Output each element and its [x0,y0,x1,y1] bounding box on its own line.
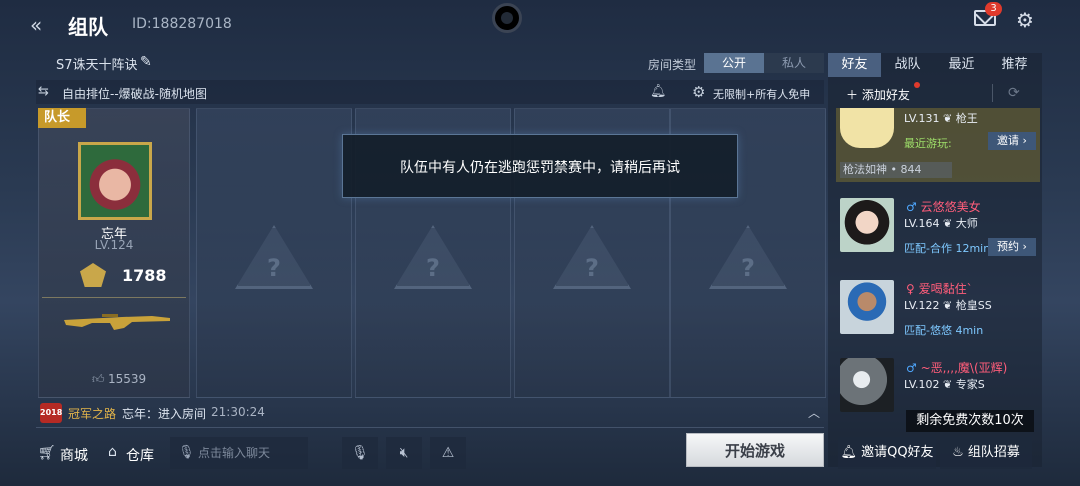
page-title: 组队 [68,15,108,39]
add-friend-label: 添加好友 [861,88,910,102]
friend-name: ♂ 云悠悠美女 [906,200,981,214]
room-type-private-button[interactable]: 私人 [764,53,824,73]
divider [42,297,186,298]
divider [36,427,824,428]
mic-mute-button[interactable]: 🎙︎ [342,437,378,469]
like-count: 15539 [108,372,147,386]
team-id: ID:188287018 [132,16,232,32]
friend-list-item[interactable]: ♂ 云悠悠美女 LV.164 ❦ 大师 匹配-合作 12min 预约 › [836,194,1040,274]
avatar [840,198,894,252]
room-settings-icon[interactable]: ⚙ [692,83,705,101]
friend-level: LV.102 ❦ 专家S [904,378,985,391]
event-text: 忘年：进入房间 [122,407,207,421]
room-type-label: 房间类型 [648,58,697,72]
friend-level: LV.164 ❦ 大师 [904,217,978,230]
warehouse-button[interactable]: 仓库 [126,445,154,465]
invite-button[interactable]: 邀请 › [988,132,1036,150]
mode-text: 自由排位--爆破战-随机地图 [62,87,207,101]
male-icon: ♂ [906,361,917,375]
tab-friends[interactable]: 好友 [828,53,881,77]
edit-icon[interactable]: ✎ [140,54,152,70]
friend-level: LV.131 ❦ 枪王 [904,112,978,125]
avatar [840,280,894,334]
add-friend-button[interactable]: ＋ 添加好友 [846,86,910,103]
gear-icon[interactable]: ⚙ [1016,8,1034,32]
chevron-up-icon[interactable]: ︿ [808,404,820,421]
invite-qq-friend-button[interactable]: 🔔︎ 邀请QQ好友 [838,437,936,469]
friend-signature: 枪法如神 • 844 [840,162,952,178]
rank-wing-icon: ❦ [943,112,953,125]
bell-icon: 🔔︎ [840,445,857,460]
event-title[interactable]: 冠军之路 [68,405,116,422]
thumbs-up-icon: 👍︎ [92,372,105,386]
empty-slot-icon: ? [235,225,313,289]
leader-level: LV.124 [94,238,134,252]
speaker-mute-button[interactable]: 🔇︎ [386,437,422,469]
reserve-button[interactable]: 预约 › [988,238,1036,256]
free-count-tooltip: 剩余免费次数10次 [906,410,1034,432]
friend-tabs: 好友 战队 最近 推荐 [828,53,1042,77]
empty-slot-icon: ? [553,225,631,289]
cart-icon[interactable]: 🛒︎ [38,445,56,461]
voice-warning-button[interactable]: ⚠ [430,437,466,469]
camera-icon [492,3,522,33]
male-icon: ♂ [906,200,917,214]
mic-warning-icon: ⚠ [441,445,455,461]
double-chevron-left-icon[interactable]: « [30,10,56,40]
rank-wing-icon: ❦ [943,217,953,230]
friend-status: 匹配-悠悠 4min [904,324,984,337]
friend-level: LV.122 ❦ 枪皇SS [904,299,992,312]
avatar[interactable] [78,142,152,220]
tab-recommended[interactable]: 推荐 [988,53,1041,77]
refresh-icon[interactable]: ⟳ [1008,85,1020,101]
friend-list-item[interactable]: LV.131 ❦ 枪王 最近游玩: 邀请 › 枪法如神 • 844 [836,108,1040,182]
friend-status: 最近游玩: [904,137,952,150]
rank-wing-icon: ❦ [943,299,953,312]
tab-clan[interactable]: 战队 [881,53,934,77]
friend-name: ♂ ~恶,,,,魔\(亚辉) [906,361,1008,375]
speaker-off-icon: 🔇︎ [399,445,409,461]
event-time: 21:30:24 [211,405,265,419]
friend-list-item[interactable]: ♀ 爱喝黏住` LV.122 ❦ 枪皇SS 匹配-悠悠 4min [836,276,1040,356]
friend-name: ♀ 爱喝黏住` [906,282,973,296]
mail-badge: 3 [985,2,1002,16]
tab-recent[interactable]: 最近 [935,53,988,77]
team-recruit-button[interactable]: ♨ 组队招募 [940,437,1032,469]
notification-dot [914,82,920,88]
divider [992,84,993,102]
friend-status: 匹配-合作 12min [904,242,991,255]
leader-tag: 队长 [38,108,86,128]
shop-button[interactable]: 商城 [60,445,88,465]
mic-off-icon: 🎙︎ [351,445,369,461]
avatar [840,108,894,148]
avatar [840,358,894,412]
room-type-public-button[interactable]: 公开 [704,53,764,73]
warehouse-icon[interactable]: ⌂ [108,444,117,460]
rifle-icon [64,314,170,330]
toast-message: 队伍中有人仍在逃跑惩罚禁赛中，请稍后再试 [400,160,680,176]
limit-text[interactable]: 无限制+所有人免申 [713,86,810,102]
event-badge: 2018 [40,403,62,423]
room-name: S7诛天十阵诀 [56,58,138,73]
empty-slot-icon: ? [394,225,472,289]
rank-score: 1788 [122,266,167,285]
recruit-icon: ♨ [952,445,964,460]
shuffle-icon: ⇆ [38,84,49,99]
bell-icon[interactable]: 🔔︎ [650,84,667,99]
start-game-button[interactable]: 开始游戏 [686,433,824,467]
female-icon: ♀ [906,282,915,296]
empty-slot[interactable]: ? [196,108,352,398]
empty-slot-icon: ? [709,225,787,289]
microphone-icon: 🎙︎ [178,445,195,460]
rank-wing-icon: ❦ [943,378,953,391]
